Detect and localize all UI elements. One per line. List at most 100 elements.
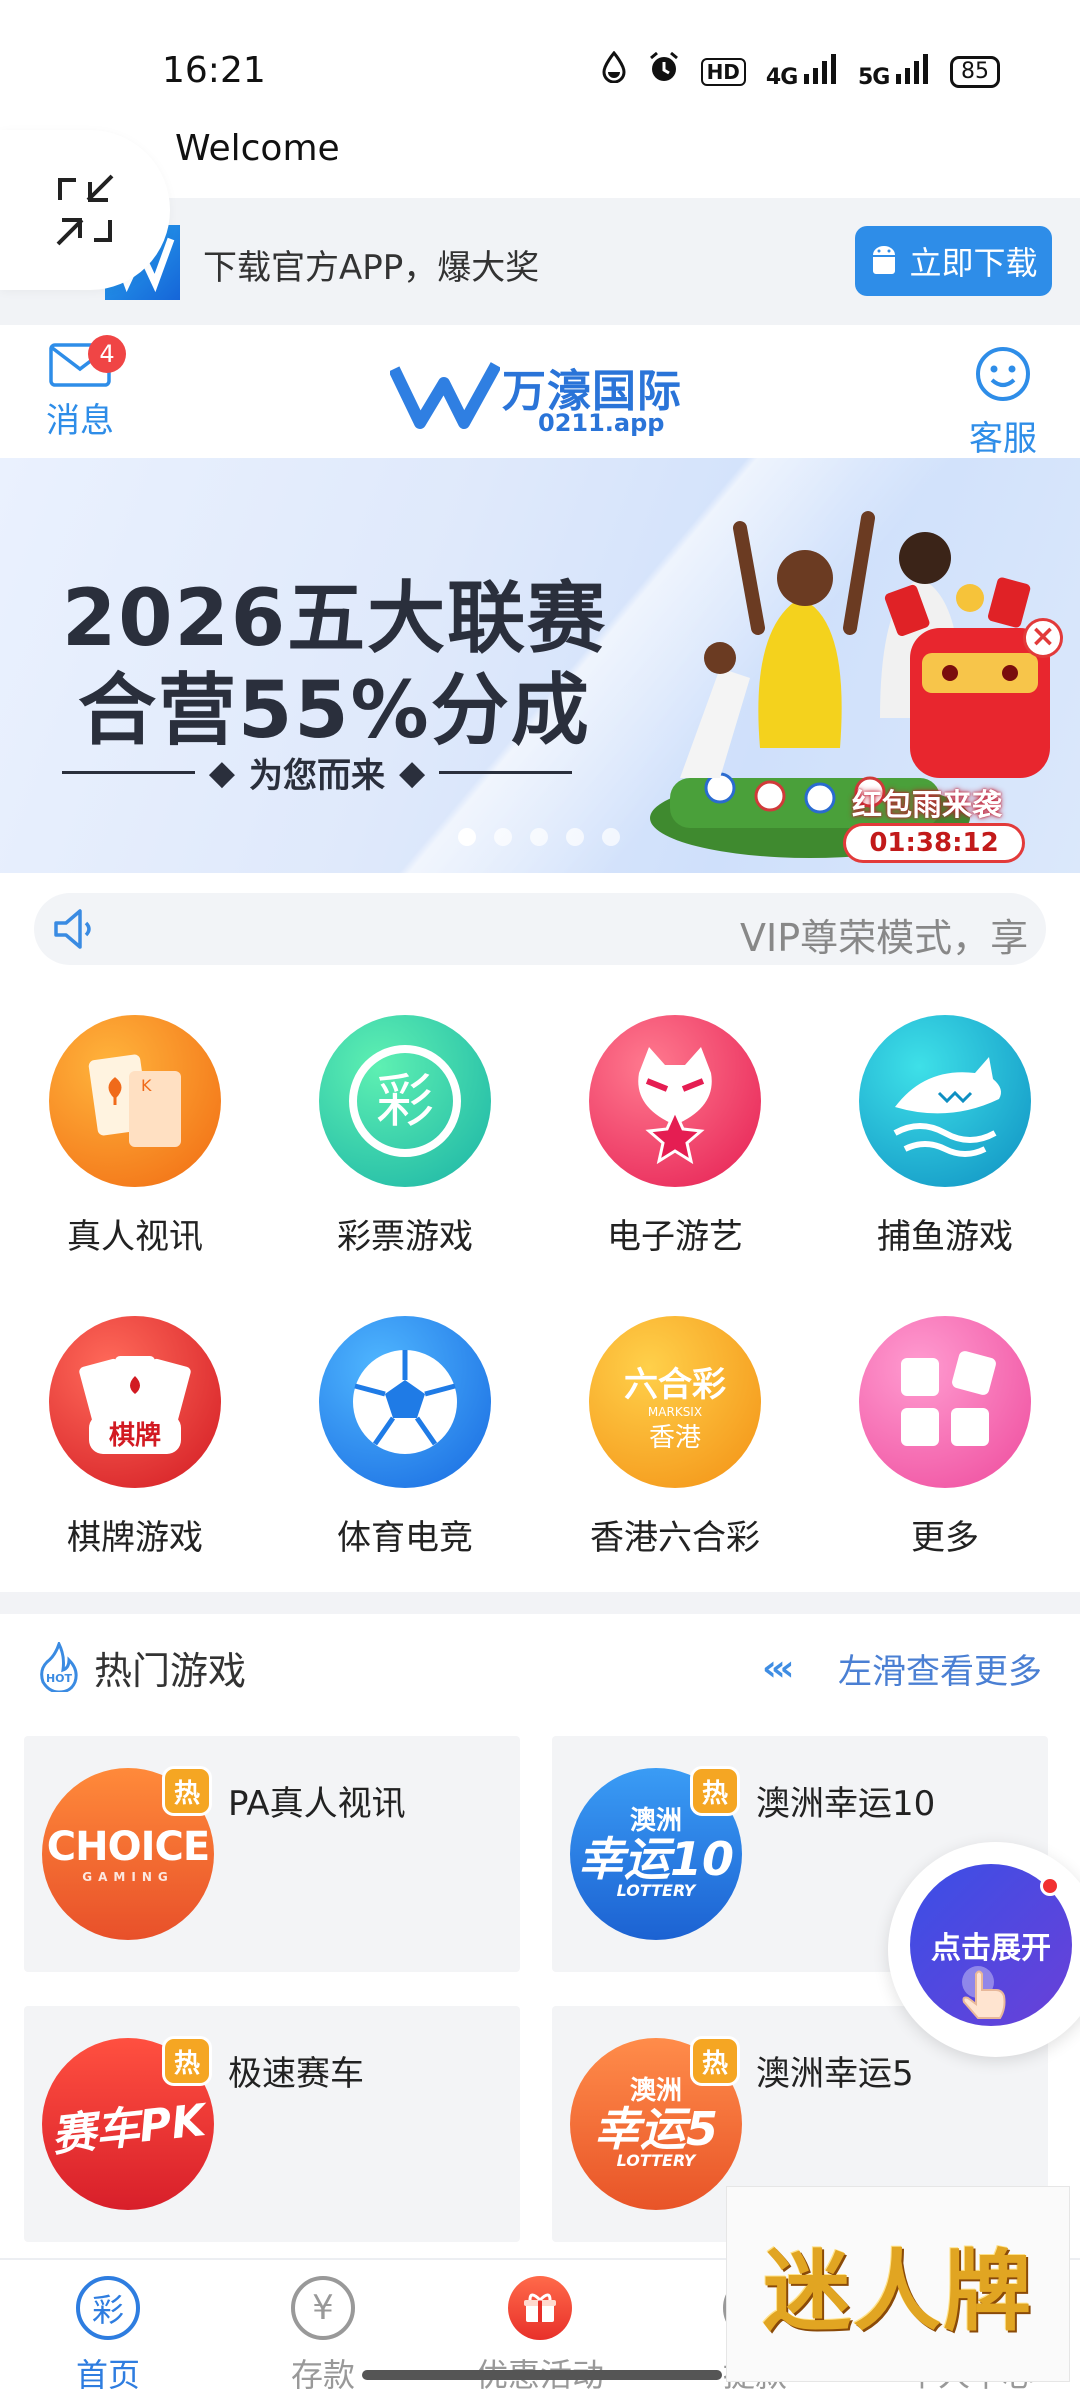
category-lottery[interactable]: 彩 彩票游戏	[300, 1015, 510, 1258]
hot-game-card[interactable]: CHOICE GAMING 热 PA真人视讯	[24, 1736, 520, 1972]
download-now-button[interactable]: 立即下载	[855, 226, 1052, 296]
hot-badge: 热	[162, 1766, 212, 1816]
double-chevron-left-icon: ‹‹‹	[762, 1648, 794, 1689]
category-fishing[interactable]: 捕鱼游戏	[840, 1015, 1050, 1258]
net-type-1: 4G	[765, 64, 798, 90]
category-label: 更多	[911, 1518, 979, 1558]
carousel-dot[interactable]	[494, 828, 512, 846]
category-label: 彩票游戏	[337, 1217, 473, 1257]
poker-icon: 棋牌	[49, 1316, 221, 1488]
hot-flame-icon: HOT	[40, 1642, 78, 1692]
nav-home[interactable]: 彩 首页	[33, 2276, 183, 2396]
status-icons: HD 4G 5G 85	[601, 50, 1000, 93]
category-label: 棋牌游戏	[67, 1518, 203, 1558]
svg-text:香港: 香港	[649, 1423, 701, 1453]
game-name: 澳洲幸运5	[756, 2054, 914, 2094]
net-type-2: 5G	[857, 64, 890, 90]
svg-text:K: K	[141, 1076, 152, 1095]
svg-text:HOT: HOT	[46, 1672, 73, 1685]
water-drop-icon	[601, 50, 627, 92]
android-icon	[873, 246, 896, 274]
speaker-icon	[54, 909, 91, 949]
download-banner-text: 下载官方APP，爆大奖	[203, 248, 540, 288]
grid-icon	[859, 1316, 1031, 1488]
game-logo-sub: GAMING	[82, 1870, 174, 1884]
marksix-icon: 六合彩 MARKSIX 香港	[589, 1316, 761, 1488]
hot-games-title: 热门游戏	[94, 1649, 247, 1693]
brand-w-icon	[390, 362, 500, 429]
red-envelope-countdown: 01:38:12	[843, 823, 1025, 863]
download-now-label: 立即下载	[909, 244, 1038, 282]
collapse-arrows-icon	[56, 174, 114, 246]
hand-pointer-icon	[962, 1966, 1006, 2019]
minimize-button[interactable]	[0, 130, 170, 290]
top-header: 4 消息 万濠国际 0211.app 客服	[0, 325, 1080, 460]
signal-4g-icon: 4G	[765, 53, 838, 90]
battery-indicator: 85	[950, 55, 1000, 88]
home-gesture-bar[interactable]	[362, 2370, 722, 2380]
smile-icon	[976, 347, 1030, 401]
brand-logo: 万濠国际 0211.app	[390, 355, 690, 437]
section-divider	[0, 1592, 1080, 1614]
nav-home-glyph: 彩	[91, 2291, 124, 2329]
category-live-casino[interactable]: K 真人视讯	[30, 1015, 240, 1258]
hd-icon: HD	[700, 57, 746, 86]
category-label: 真人视讯	[67, 1217, 203, 1257]
signal-5g-icon: 5G	[857, 53, 930, 90]
customer-service-label: 客服	[969, 419, 1037, 459]
shark-icon	[859, 1015, 1031, 1187]
game-logo-text: 赛车PK	[49, 2095, 208, 2162]
close-promo-button[interactable]: ×	[1023, 618, 1063, 658]
hot-badge: 热	[690, 1766, 740, 1816]
game-name: PA真人视讯	[228, 1784, 406, 1824]
category-more[interactable]: 更多	[840, 1316, 1050, 1559]
hero-banner[interactable]: 2026五大联赛 合营55%分成 ◆ 为您而来 ◆ × 红包雨来袭 01:38:…	[0, 458, 1080, 873]
category-card-games[interactable]: 棋牌 棋牌游戏	[30, 1316, 240, 1559]
status-bar: 16:21 HD 4G 5G 85	[0, 0, 1080, 135]
svg-text:MARKSIX: MARKSIX	[648, 1405, 702, 1419]
game-logo-text: CHOICE	[46, 1824, 210, 1870]
yen-icon: ¥	[291, 2276, 355, 2340]
carousel-dot[interactable]	[530, 828, 548, 846]
carousel-dot[interactable]	[458, 828, 476, 846]
messages-label: 消息	[46, 401, 114, 441]
game-name: 极速赛车	[228, 2054, 364, 2094]
messages-badge: 4	[88, 335, 126, 373]
game-name: 澳洲幸运10	[756, 1784, 936, 1824]
category-hk-mark-six[interactable]: 六合彩 MARKSIX 香港 香港六合彩	[570, 1316, 780, 1559]
category-label: 体育电竞	[337, 1518, 473, 1558]
lottery-icon: 彩	[76, 2276, 140, 2340]
hot-game-card[interactable]: 赛车PK 热 极速赛车	[24, 2006, 520, 2242]
category-sports-esports[interactable]: 体育电竞	[300, 1316, 510, 1559]
diamond-right-icon: ◆	[399, 752, 426, 793]
overlay-advertisement[interactable]: 迷人牌	[726, 2186, 1070, 2382]
announcement-text: VIP尊荣模式，享	[740, 916, 1029, 960]
devil-icon	[589, 1015, 761, 1187]
hero-tagline: ◆ 为您而来 ◆	[62, 748, 572, 797]
announcement-marquee[interactable]: VIP尊荣模式，享	[34, 893, 1046, 965]
hot-badge: 热	[162, 2036, 212, 2086]
category-label: 捕鱼游戏	[877, 1217, 1013, 1257]
swipe-more-link[interactable]: 左滑查看更多	[838, 1644, 1042, 1693]
messages-button[interactable]: 4 消息	[40, 335, 126, 442]
nav-deposit-glyph: ¥	[312, 2288, 334, 2328]
game-logo-text: 幸运5	[593, 2102, 718, 2157]
category-electronic-games[interactable]: 电子游艺	[570, 1015, 780, 1258]
carousel-dot[interactable]	[602, 828, 620, 846]
cards-icon: K	[49, 1015, 221, 1187]
overlay-ad-text: 迷人牌	[762, 2238, 1033, 2343]
hot-badge: 热	[690, 2036, 740, 2086]
hero-headline-2: 合营55%分成	[78, 666, 591, 756]
hero-tagline-text: 为您而来	[249, 756, 385, 796]
notification-dot	[1040, 1876, 1060, 1896]
customer-service-button[interactable]: 客服	[958, 345, 1048, 460]
app-screen: 16:21 HD 4G 5G 85 Welcome 下载官方APP，爆大奖 立即…	[0, 0, 1080, 2400]
alarm-icon	[647, 50, 681, 93]
carousel-dot[interactable]	[566, 828, 584, 846]
svg-text:彩: 彩	[376, 1067, 434, 1135]
soccer-icon	[319, 1316, 491, 1488]
welcome-text: Welcome	[175, 128, 340, 169]
lottery-icon: 彩	[319, 1015, 491, 1187]
tagline-rule-right	[439, 771, 572, 774]
brand-domain: 0211.app	[538, 409, 665, 437]
